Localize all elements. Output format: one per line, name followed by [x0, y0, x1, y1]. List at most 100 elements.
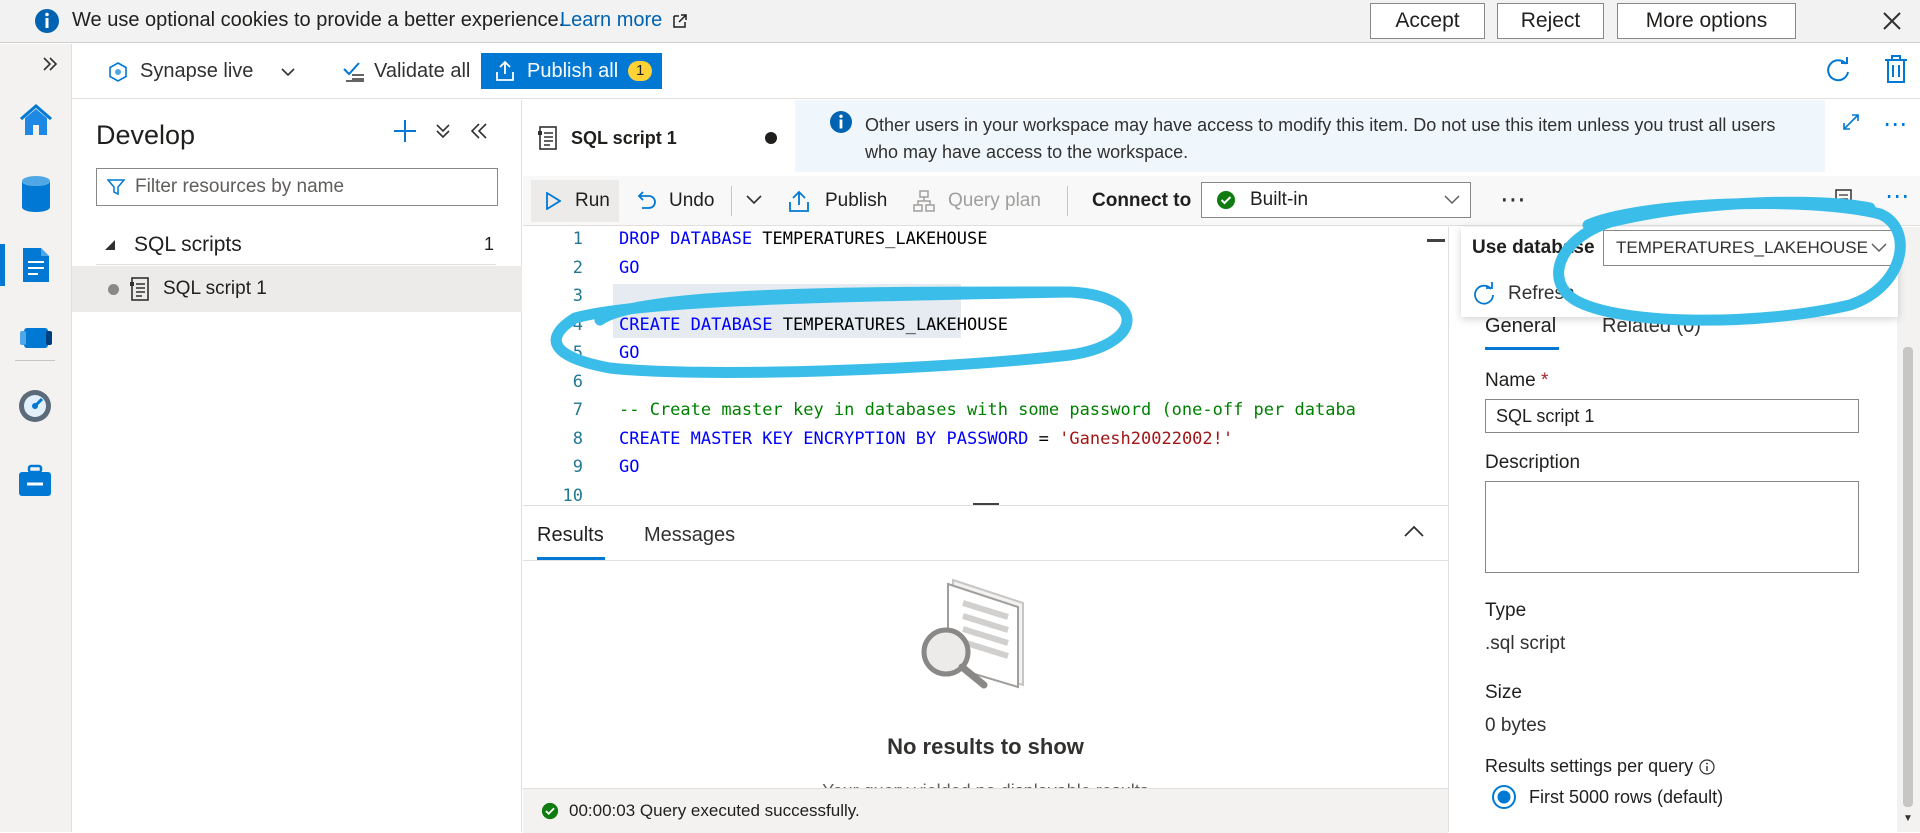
code-token: TEMPERATURES_LAKEHOUSE	[762, 229, 988, 249]
synapse-live-selector[interactable]: Synapse live	[108, 44, 295, 99]
sql-script-icon	[129, 277, 151, 301]
collapse-pane-icon[interactable]	[470, 122, 488, 140]
external-link-icon	[672, 13, 688, 29]
develop-icon[interactable]	[20, 246, 52, 284]
info-circle-icon	[1699, 758, 1715, 775]
code-line: CREATE MASTER KEY ENCRYPTION BY PASSWORD…	[619, 429, 1233, 449]
integrate-icon[interactable]	[18, 322, 54, 354]
refresh-icon	[1472, 282, 1496, 306]
validate-all-button[interactable]: Validate all	[342, 44, 470, 99]
refresh-database-button[interactable]: Refresh	[1472, 279, 1582, 309]
data-icon[interactable]	[20, 175, 52, 213]
synapse-live-label: Synapse live	[140, 60, 254, 82]
info-icon	[34, 8, 60, 34]
description-label: Description	[1485, 452, 1581, 473]
undo-chevron-icon[interactable]	[745, 194, 763, 206]
more-commands-icon[interactable]: ⋯	[1491, 180, 1535, 222]
line-number: 7	[572, 400, 583, 420]
results-option-radio[interactable]: First 5000 rows (default)	[1491, 784, 1723, 810]
manage-icon[interactable]	[17, 464, 53, 498]
list-item[interactable]: SQL script 1	[72, 266, 522, 312]
info-icon	[829, 110, 853, 134]
refresh-icon[interactable]	[1824, 56, 1852, 84]
scrollbar-thumb[interactable]	[1903, 347, 1913, 807]
more-options-button[interactable]: More options	[1617, 3, 1796, 39]
type-value: .sql script	[1485, 633, 1566, 654]
learn-more-link[interactable]: Learn more	[560, 9, 688, 32]
line-number: 6	[572, 371, 583, 392]
sql-scripts-count: 1	[483, 234, 494, 254]
add-icon[interactable]	[392, 118, 418, 144]
connect-to-dropdown[interactable]: Built-in	[1201, 182, 1471, 218]
home-icon[interactable]	[17, 101, 55, 139]
accept-button[interactable]: Accept	[1370, 3, 1485, 39]
publish-all-button[interactable]: Publish all 1	[481, 53, 662, 89]
maximize-icon[interactable]	[1841, 112, 1861, 132]
code-line: -- Create master key in databases with s…	[619, 400, 1356, 420]
code-line: DROP DATABASE TEMPERATURES_LAKEHOUSE	[619, 229, 987, 249]
tab-messages[interactable]: Messages	[644, 524, 735, 547]
run-button[interactable]: Run	[531, 180, 619, 222]
scrollbar[interactable]: ▼	[1897, 227, 1920, 832]
publish-button[interactable]: Publish	[787, 180, 887, 222]
validate-all-label: Validate all	[374, 60, 471, 82]
develop-title: Develop	[96, 120, 196, 150]
use-database-popup: Use database TEMPERATURES_LAKEHOUSE Refr…	[1461, 227, 1898, 317]
code-token: 'Ganesh20022002!'	[1059, 428, 1234, 449]
no-results-title: No results to show	[887, 734, 1084, 759]
code-token: -- Create master key in databases with s…	[619, 400, 1356, 420]
reject-button[interactable]: Reject	[1497, 3, 1604, 39]
tab-results[interactable]: Results	[537, 524, 604, 547]
tab-general[interactable]: General	[1485, 315, 1556, 338]
synapse-icon	[108, 61, 128, 82]
status-bar: 00:00:03 Query executed successfully.	[523, 788, 1448, 833]
no-results-subtitle: Your query yielded no displayable result…	[523, 776, 1448, 788]
scroll-down-icon[interactable]: ▼	[1903, 813, 1913, 824]
chevron-down-icon	[1871, 243, 1887, 253]
line-number: 3	[572, 286, 583, 306]
publish-count-badge: 1	[628, 61, 653, 81]
divider	[1067, 186, 1068, 216]
active-indicator	[0, 244, 5, 286]
description-input[interactable]	[1485, 481, 1859, 573]
query-plan-label: Query plan	[948, 190, 1041, 211]
tab-related[interactable]: Related (0)	[1602, 315, 1701, 338]
line-number: 1	[572, 229, 583, 249]
filter-input[interactable]: Filter resources by name	[96, 168, 498, 206]
panel-more-icon[interactable]: ⋯	[1885, 182, 1909, 211]
expand-icon[interactable]	[42, 56, 58, 72]
query-plan-button[interactable]: Query plan	[912, 180, 1041, 222]
cookie-message: We use optional cookies to provide a bet…	[72, 9, 565, 31]
validate-icon	[342, 61, 366, 83]
close-icon[interactable]	[1882, 11, 1902, 31]
success-check-icon	[1216, 190, 1236, 210]
learn-more-label: Learn more	[560, 9, 663, 31]
code-editor[interactable]: 1 DROP DATABASE TEMPERATURES_LAKEHOUSE 2 GO…	[523, 227, 1448, 505]
filter-icon	[107, 178, 125, 196]
sql-script-item-label: SQL script 1	[163, 278, 267, 299]
code-line: GO	[619, 457, 639, 477]
properties-icon[interactable]	[1833, 188, 1859, 214]
type-label: Type	[1485, 600, 1527, 621]
collapse-all-icon[interactable]	[434, 122, 452, 140]
collapse-results-icon[interactable]	[1403, 524, 1425, 538]
info-message-bar: Other users in your workspace may have a…	[795, 100, 1825, 172]
tab-more-icon[interactable]: ⋯	[1883, 110, 1909, 139]
sql-scripts-section[interactable]: SQL scripts 1	[96, 225, 496, 265]
discard-icon[interactable]	[1882, 54, 1910, 84]
use-database-dropdown[interactable]: TEMPERATURES_LAKEHOUSE	[1603, 230, 1896, 266]
monitor-icon[interactable]	[17, 388, 53, 424]
results-pane: Results Messages No results to show Your…	[523, 505, 1448, 833]
undo-button[interactable]: Undo	[635, 180, 714, 222]
code-line: GO	[619, 343, 639, 363]
tab-sql-script-1[interactable]: SQL script 1	[523, 100, 795, 176]
line-number: 4	[572, 314, 583, 335]
connect-to-value: Built-in	[1250, 189, 1309, 210]
code-token: DROP DATABASE	[619, 229, 763, 249]
run-label: Run	[575, 190, 610, 211]
name-input[interactable]: SQL script 1	[1485, 399, 1859, 433]
publish-all-label: Publish all	[527, 59, 619, 82]
code-token: CREATE DATABASE	[619, 314, 783, 335]
required-marker: *	[1540, 370, 1549, 391]
tab-underline	[1485, 347, 1559, 350]
